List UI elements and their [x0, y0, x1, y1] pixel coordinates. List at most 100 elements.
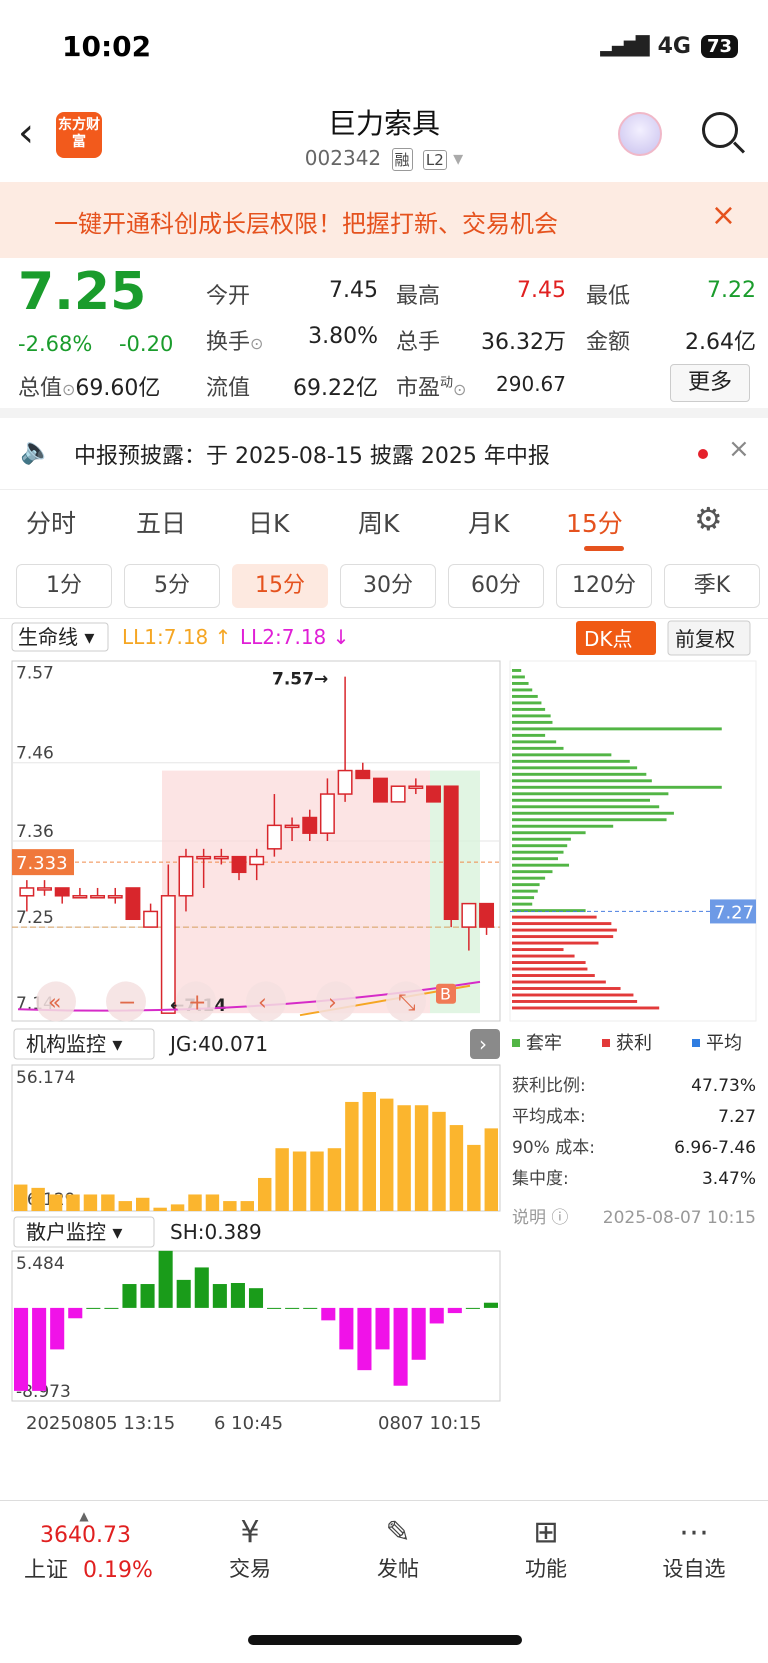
signal-icon: ▂▄▆█: [600, 36, 649, 57]
change-value: -0.20: [118, 332, 174, 356]
ll1-value: LL1:7.18 ↑: [122, 625, 231, 649]
add-watchlist-button[interactable]: ⋯ 设自选: [634, 1513, 754, 1583]
y-tick-label: 7.25: [16, 908, 54, 928]
tab-60min[interactable]: 60分: [448, 564, 544, 608]
chip-bar: [512, 720, 553, 724]
tab-15min-sub[interactable]: 15分: [232, 564, 328, 608]
tab-1min[interactable]: 1分: [16, 564, 112, 608]
network-label: 4G: [657, 34, 691, 59]
amount-label: 金额: [586, 330, 631, 355]
chip-bar: [512, 980, 606, 984]
sh-bar: [122, 1284, 137, 1308]
jg-bar: [449, 1125, 464, 1211]
tab-five-day[interactable]: 五日: [136, 504, 186, 540]
y-tick-label: 7.36: [16, 822, 54, 842]
candle-body: [125, 887, 141, 921]
tab-monthly-k[interactable]: 月K: [468, 504, 509, 540]
note-label: 说明 ⓘ: [512, 1208, 568, 1228]
tab-active-underline: [584, 546, 624, 551]
gear-icon[interactable]: ⚙: [694, 500, 723, 538]
tab-weekly-k[interactable]: 周K: [358, 504, 399, 540]
candle-body: [284, 824, 300, 829]
chip-bar: [512, 759, 630, 763]
stat-label: 平均成本:: [512, 1107, 586, 1127]
robot-avatar-icon[interactable]: [618, 112, 662, 156]
jg-bar: [14, 1184, 28, 1211]
sh-bar: [285, 1307, 300, 1309]
jg-bar: [66, 1194, 80, 1211]
sh-bar: [303, 1307, 318, 1309]
kline-chart[interactable]: 生命线 ▾ LL1:7.18 ↑ LL2:7.18 ↓ DK点 前复权 7.57 7.46 7…: [0, 619, 768, 1501]
chevron-down-icon: ▾: [453, 146, 464, 170]
sh-panel: [11, 1250, 501, 1402]
chip-bar: [512, 733, 546, 737]
sh-bar: [248, 1288, 264, 1308]
candle-body: [266, 824, 282, 850]
functions-button[interactable]: ⊞ 功能: [486, 1513, 606, 1583]
close-icon[interactable]: ×: [728, 434, 750, 464]
chart-tool-icon: +: [188, 990, 206, 1015]
candle-body: [249, 855, 265, 866]
chip-bar: [512, 922, 612, 926]
y-tick-label: 7.57: [16, 664, 54, 684]
divider: [0, 408, 768, 418]
home-indicator: [248, 1635, 522, 1645]
status-right: ▂▄▆█ 4G 73: [600, 34, 738, 59]
post-button[interactable]: ✎ 发帖: [338, 1513, 458, 1583]
sh-bar: [483, 1302, 498, 1308]
jg-bar: [31, 1187, 45, 1211]
y-tick-label: 7.46: [16, 744, 54, 764]
tab-15min[interactable]: 15分: [566, 504, 623, 540]
sh-bar: [230, 1282, 245, 1308]
index-widget[interactable]: ▲ 3640.73 上证 0.19%: [24, 1509, 174, 1584]
low-value: 7.22: [707, 278, 756, 303]
chip-bar: [512, 961, 586, 964]
chip-bar: [512, 714, 551, 718]
candle-body: [231, 855, 247, 874]
chip-bar: [512, 681, 529, 685]
more-dots-icon: ⋯: [679, 1515, 709, 1550]
jg-bar: [83, 1194, 98, 1211]
shaded-range: [162, 770, 430, 1014]
chip-bar: [512, 818, 667, 822]
chip-bar: [512, 792, 669, 796]
sh-bar: [86, 1307, 101, 1309]
trade-button[interactable]: ¥ 交易: [190, 1513, 310, 1583]
candle-body: [302, 816, 318, 834]
chip-bar: [512, 948, 564, 952]
chip-bar: [512, 805, 660, 809]
close-icon[interactable]: ×: [711, 198, 736, 233]
sh-bar: [50, 1307, 65, 1350]
chart-area[interactable]: 生命线 ▾ LL1:7.18 ↑ LL2:7.18 ↓ DK点 前复权 7.57 7.46 7…: [0, 618, 768, 1500]
chip-bar: [512, 967, 588, 971]
stat-label: 获利比例:: [512, 1076, 586, 1096]
jg-bar: [397, 1105, 411, 1211]
chip-bar: [512, 844, 568, 848]
notice-bar[interactable]: 🔈 中报预披露：于 2025-08-15 披露 2025 年中报 ×: [0, 418, 768, 490]
candle-body: [178, 855, 194, 897]
candle-body: [213, 855, 229, 860]
tab-5min[interactable]: 5分: [124, 564, 220, 608]
candle-body: [37, 887, 52, 891]
tab-intraday[interactable]: 分时: [26, 504, 76, 540]
jg-bar: [223, 1201, 237, 1211]
tab-120min[interactable]: 120分: [556, 564, 652, 608]
chip-bar: [512, 935, 614, 939]
sh-bar: [375, 1307, 390, 1350]
candle-body: [196, 855, 212, 860]
promo-banner[interactable]: 一键开通科创成长层权限！把握打新、交易机会 ×: [0, 182, 768, 258]
jg-bar: [153, 1207, 167, 1211]
notice-text: 中报预披露：于 2025-08-15 披露 2025 年中报: [74, 444, 550, 469]
index-value: 3640.73: [40, 1523, 131, 1548]
jg-bar: [362, 1092, 376, 1211]
tab-quarterly-k[interactable]: 季K: [664, 564, 760, 608]
candle-body: [408, 785, 424, 789]
jg-label: 机构监控 ▾: [26, 1032, 122, 1056]
tab-daily-k[interactable]: 日K: [248, 504, 289, 540]
chip-bar: [512, 701, 542, 705]
chip-bar: [512, 889, 538, 893]
more-button[interactable]: 更多: [670, 364, 750, 402]
sh-bar: [104, 1307, 119, 1309]
tab-30min[interactable]: 30分: [340, 564, 436, 608]
jg-bar: [432, 1111, 446, 1211]
